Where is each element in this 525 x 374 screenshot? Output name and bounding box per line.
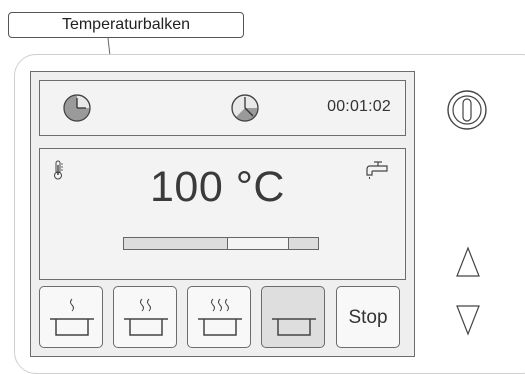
program-button-no-heat[interactable] [261,286,325,348]
thermometer-icon [52,160,64,185]
arrow-down-icon [456,305,480,336]
temperature-bar-segment-heating [124,238,227,249]
clock-icon[interactable] [62,93,92,123]
arrow-up-icon [456,246,480,277]
pot-icon [124,298,168,336]
stop-button[interactable]: Stop [336,286,400,348]
program-button-low-heat[interactable] [39,286,103,348]
pot-icon [272,318,316,336]
power-button[interactable] [446,89,488,136]
temperature-bar [123,237,319,250]
stopwatch-icon[interactable] [230,93,260,123]
temperature-bar-segment-holding [227,238,288,249]
program-button-medium-heat[interactable] [113,286,177,348]
arrow-down-button[interactable] [455,304,481,341]
pot-icon [50,298,94,336]
stop-button-label: Stop [348,307,388,328]
arrow-up-button[interactable] [455,246,481,283]
time-bar: 00:01:02 [39,80,406,136]
timer-readout: 00:01:02 [327,98,391,115]
program-button-high-heat[interactable] [187,286,251,348]
power-icon [447,90,487,130]
program-buttons-row: Stop [39,286,406,348]
temperature-readout: 100 °C [150,163,285,211]
display-screen: 00:01:02 100 °C Stop [30,71,415,357]
callout-text: Temperaturbalken [61,16,191,33]
temperature-bar-segment-cooling [288,238,318,249]
callout-label: Temperaturbalken [8,12,244,38]
tap-icon [365,161,389,186]
pot-icon [198,298,242,336]
temperature-panel: 100 °C [39,148,406,280]
